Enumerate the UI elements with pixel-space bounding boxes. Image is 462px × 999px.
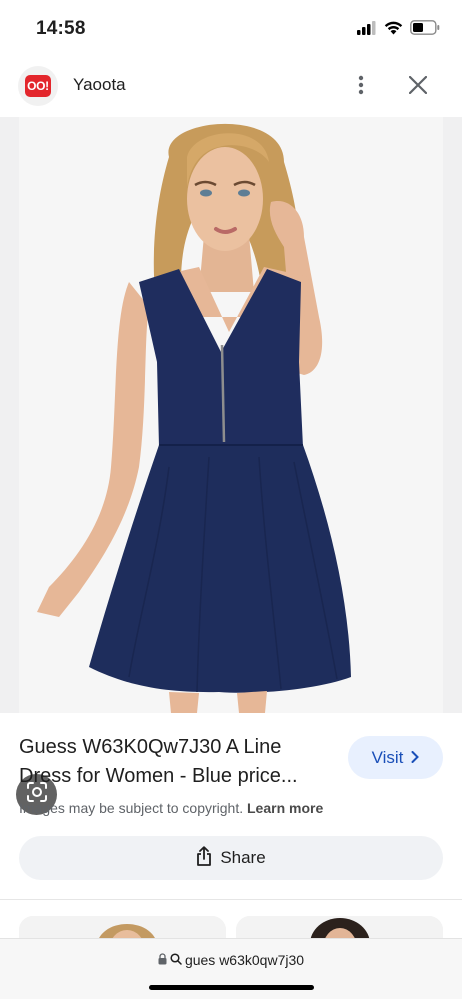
close-button[interactable]	[403, 72, 433, 102]
browser-url-bar[interactable]: gues w63k0qw7j30	[0, 938, 462, 999]
battery-icon	[410, 20, 440, 40]
lock-icon	[158, 952, 167, 968]
wifi-icon	[384, 21, 403, 40]
chevron-right-icon	[411, 748, 420, 768]
close-icon	[408, 75, 428, 99]
result-title-line2: Dress for Women - Blue price...	[19, 765, 298, 787]
more-options-button[interactable]	[346, 72, 376, 102]
result-title[interactable]: Guess W63K0Qw7J30 A Line Dress for Women…	[19, 733, 337, 791]
learn-more-link[interactable]: Learn more	[247, 800, 323, 816]
signal-icon	[357, 20, 377, 40]
share-icon	[196, 845, 212, 871]
image-viewer	[0, 117, 462, 815]
site-logo[interactable]: OO!	[18, 66, 58, 106]
more-vert-icon	[358, 75, 364, 100]
product-image[interactable]	[19, 117, 443, 713]
home-indicator[interactable]	[149, 985, 314, 990]
site-logo-mark: OO!	[25, 75, 51, 97]
share-button[interactable]: Share	[19, 836, 443, 880]
search-icon	[170, 952, 182, 968]
copyright-text: Images may be subject to copyright.	[19, 800, 244, 816]
url-query-text: gues w63k0qw7j30	[184, 952, 305, 968]
copyright-note: Images may be subject to copyright. Lear…	[19, 800, 323, 816]
status-time: 14:58	[36, 18, 86, 39]
site-name[interactable]: Yaoota	[73, 75, 126, 95]
url-display[interactable]: gues w63k0qw7j30	[0, 952, 462, 968]
result-title-line1: Guess W63K0Qw7J30 A Line	[19, 736, 282, 758]
status-bar: 14:58	[0, 0, 462, 56]
visit-label: Visit	[371, 747, 404, 767]
visit-button[interactable]: Visit	[348, 736, 443, 779]
source-header: OO! Yaoota	[0, 62, 462, 112]
status-icons	[357, 20, 440, 40]
section-divider	[0, 899, 462, 900]
share-label: Share	[220, 848, 266, 867]
